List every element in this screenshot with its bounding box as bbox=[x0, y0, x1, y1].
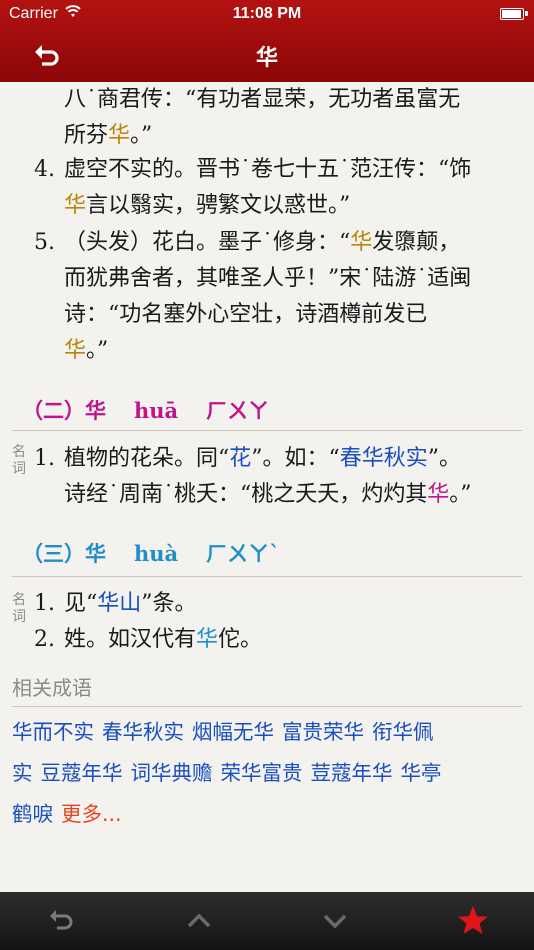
idiom-link[interactable]: 富贵荣华 bbox=[282, 720, 364, 744]
idiom-link[interactable]: 豆蔻年华 bbox=[41, 761, 123, 785]
def-line: 华。” bbox=[64, 338, 109, 363]
divider bbox=[12, 430, 522, 431]
section-index: （三） bbox=[22, 541, 85, 566]
idiom-link[interactable]: 词华典赡 bbox=[131, 761, 213, 785]
link-chunhuaqiushi[interactable]: 春华秋实 bbox=[340, 446, 428, 471]
entry-content: 八˙商君传：“有功者显荣，无功者虽富无 所芬华。” 4. 虚空不实的。晋书˙卷七… bbox=[0, 82, 534, 892]
related-idioms-list: 华而不实 春华秋实 烟幅无华 富贵荣华 衔华佩 实豆蔻年华 词华典赡 荣华富贵 荳蔻年华 华亭 … bbox=[12, 712, 524, 835]
idiom-link[interactable]: 荣华富贵 bbox=[221, 761, 303, 785]
pinyin: huā bbox=[134, 398, 179, 423]
idiom-link[interactable]: 实 bbox=[12, 761, 33, 785]
chevron-up-icon[interactable] bbox=[182, 904, 216, 938]
star-icon[interactable] bbox=[456, 904, 490, 938]
section-2-header: （二）华 huā ㄏㄨㄚ bbox=[22, 395, 269, 425]
def-line: 华言以翳实，骋繁文以惑世。” bbox=[64, 193, 351, 218]
highlight-char: 华 bbox=[108, 123, 131, 148]
highlight-char: 华 bbox=[427, 482, 450, 507]
nav-title: 华 bbox=[255, 46, 278, 71]
highlight-char: 华 bbox=[64, 338, 87, 363]
undo-icon[interactable] bbox=[44, 904, 78, 938]
idiom-link[interactable]: 烟幅无华 bbox=[192, 720, 274, 744]
bottom-toolbar bbox=[0, 892, 534, 950]
zhuyin: ㄏㄨㄚˋ bbox=[206, 541, 280, 566]
def-line: 诗经˙周南˙桃夭：“桃之夭夭，灼灼其华。” bbox=[64, 482, 472, 507]
part-of-speech-label: 名词 bbox=[12, 444, 26, 477]
def-3-continued: 八˙商君传：“有功者显荣，无功者虽富无 所芬华。” bbox=[64, 82, 514, 154]
def-number: 4. bbox=[34, 157, 55, 182]
link-hua-flower[interactable]: 花 bbox=[229, 446, 251, 471]
status-time: 11:08 PM bbox=[232, 5, 302, 22]
section-char: 华 bbox=[85, 541, 106, 566]
top-bar: Carrier 11:08 PM 华 bbox=[0, 0, 534, 82]
status-bar: Carrier 11:08 PM bbox=[0, 0, 534, 28]
more-idioms-link[interactable]: 更多... bbox=[61, 802, 122, 826]
def-number: 1. bbox=[34, 446, 55, 471]
idiom-link[interactable]: 荳蔻年华 bbox=[311, 761, 393, 785]
idiom-link[interactable]: 春华秋实 bbox=[102, 720, 184, 744]
def-3-line: 所芬华。” bbox=[64, 123, 153, 148]
def-3-line: 八˙商君传：“有功者显荣，无功者虽富无 bbox=[64, 87, 461, 112]
idiom-link[interactable]: 衔华佩 bbox=[372, 720, 434, 744]
def-line: 虚空不实的。晋书˙卷七十五˙范汪传：“饰 bbox=[64, 157, 472, 182]
chevron-down-icon[interactable] bbox=[318, 904, 352, 938]
idiom-link[interactable]: 鹤唳 bbox=[12, 802, 53, 826]
def-number: 5. bbox=[34, 230, 55, 255]
pinyin: huà bbox=[134, 541, 179, 566]
divider bbox=[12, 576, 522, 577]
def-number: 1. bbox=[34, 591, 55, 616]
link-huashan[interactable]: 华山 bbox=[97, 591, 141, 616]
section-index: （二） bbox=[22, 398, 85, 423]
def-line: 而犹弗舍者，其唯圣人乎！”宋˙陆游˙适闽 bbox=[64, 266, 472, 291]
battery-icon bbox=[500, 8, 528, 20]
section-3-header: （三）华 huà ㄏㄨㄚˋ bbox=[22, 538, 280, 568]
divider bbox=[12, 706, 522, 707]
highlight-char: 华 bbox=[196, 627, 219, 652]
idiom-link[interactable]: 华亭 bbox=[401, 761, 442, 785]
def-line: 诗：“功名塞外心空壮，诗酒樽前发已 bbox=[64, 302, 428, 327]
def-number: 2. bbox=[34, 627, 55, 652]
highlight-char: 华 bbox=[350, 230, 373, 255]
section-char: 华 bbox=[85, 398, 106, 423]
def-line: （头发）花白。墨子˙修身：“华发隳颠， bbox=[64, 230, 461, 255]
idiom-link[interactable]: 华而不实 bbox=[12, 720, 94, 744]
zhuyin: ㄏㄨㄚ bbox=[206, 398, 270, 423]
highlight-char: 华 bbox=[64, 193, 87, 218]
related-idioms-title: 相关成语 bbox=[12, 676, 92, 700]
part-of-speech-label: 名词 bbox=[12, 592, 26, 625]
def-line: 植物的花朵。同“花”。如：“春华秋实”。 bbox=[64, 446, 462, 471]
